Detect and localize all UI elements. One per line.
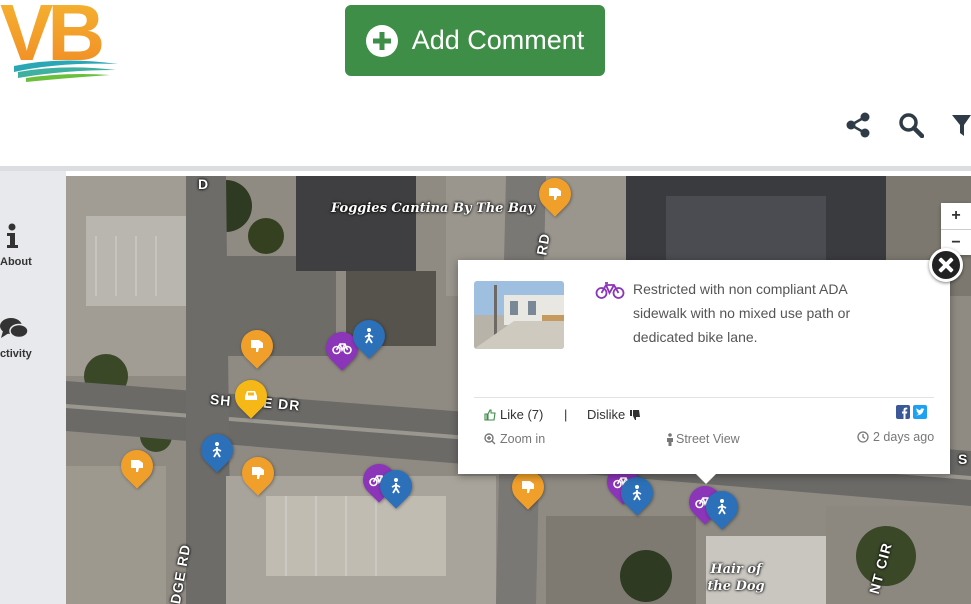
sidebar-item-label: Activity (0, 348, 32, 360)
like-label: Like (7) (500, 407, 544, 422)
plus-circle-icon (365, 24, 398, 57)
sidebar-item-label: About (0, 256, 32, 268)
place-label-hair-of-the-dog: Hair of the Dog (707, 562, 765, 594)
info-icon (7, 223, 18, 248)
comment-description: Restricted with non compliant ADA sidewa… (633, 281, 851, 345)
bicycle-icon (595, 282, 625, 299)
street-view-label: Street View (676, 432, 740, 446)
add-comment-button[interactable]: Add Comment (345, 5, 605, 76)
facebook-icon[interactable] (896, 405, 910, 419)
walking-person-icon (353, 320, 385, 352)
filter-icon[interactable] (952, 112, 971, 138)
search-icon[interactable] (898, 112, 924, 138)
comment-timestamp: 2 days ago (857, 430, 934, 444)
zoom-in-link[interactable]: Zoom in (484, 432, 545, 446)
zoom-in-icon (484, 433, 496, 445)
zoom-in-button[interactable]: + (941, 203, 971, 229)
thumbs-up-icon (484, 408, 496, 421)
street-label-shore-dr-right: E DR (262, 394, 302, 414)
map-marker-car[interactable] (228, 373, 274, 419)
car-icon (235, 380, 267, 412)
like-button[interactable]: Like (7) (484, 407, 543, 422)
thumbs-down-icon (121, 450, 153, 482)
thumbs-down-icon (539, 178, 571, 210)
timestamp-label: 2 days ago (873, 430, 935, 444)
place-label-foggies: Foggies Cantina By The Bay (331, 201, 535, 216)
like-dislike-separator: | (564, 407, 568, 422)
add-comment-label: Add Comment (411, 25, 585, 55)
thumbs-down-icon (241, 330, 273, 362)
map-marker-pedestrian[interactable] (346, 313, 392, 359)
sidebar-item-activity[interactable]: Activity (0, 315, 66, 365)
sidebar-item-about[interactable]: About (0, 223, 66, 273)
share-icon[interactable] (845, 112, 871, 138)
thumbs-down-icon (630, 409, 641, 420)
dislike-label: Dislike (587, 407, 626, 422)
comments-icon (0, 318, 28, 339)
map-marker-pedestrian[interactable] (373, 463, 419, 509)
comment-popup: Restricted with non compliant ADA sidewa… (458, 260, 950, 484)
map-marker-pedestrian[interactable] (194, 427, 240, 473)
vb-logo[interactable]: VB (0, 0, 122, 84)
walking-person-icon (706, 491, 738, 523)
zoom-in-label: Zoom in (500, 432, 546, 446)
street-view-person-icon (667, 432, 673, 446)
map-marker-pedestrian[interactable] (614, 470, 660, 516)
walking-person-icon (201, 434, 233, 466)
comment-photo[interactable] (474, 281, 564, 349)
map-marker-pedestrian[interactable] (699, 484, 745, 530)
dislike-button[interactable]: Dislike (587, 407, 641, 422)
map-marker-dislike[interactable] (235, 450, 281, 496)
sidebar: About Activity (0, 171, 66, 604)
map-marker-dislike[interactable] (234, 323, 280, 369)
street-label-s: S (958, 451, 969, 467)
street-label-d: D (198, 176, 210, 192)
twitter-icon[interactable] (913, 405, 927, 419)
map-marker-dislike[interactable] (532, 171, 578, 217)
popup-divider (474, 397, 934, 398)
street-label-shore-dr-left: SH (209, 391, 233, 409)
thumbs-down-icon (242, 457, 274, 489)
map-marker-dislike[interactable] (114, 443, 160, 489)
close-popup-button[interactable] (929, 248, 963, 282)
thumbs-down-icon (512, 471, 544, 503)
header-divider (0, 166, 971, 171)
walking-person-icon (380, 470, 412, 502)
share-links (896, 405, 927, 419)
walking-person-icon (621, 477, 653, 509)
clock-icon (857, 431, 869, 443)
street-view-link[interactable]: Street View (666, 432, 740, 446)
